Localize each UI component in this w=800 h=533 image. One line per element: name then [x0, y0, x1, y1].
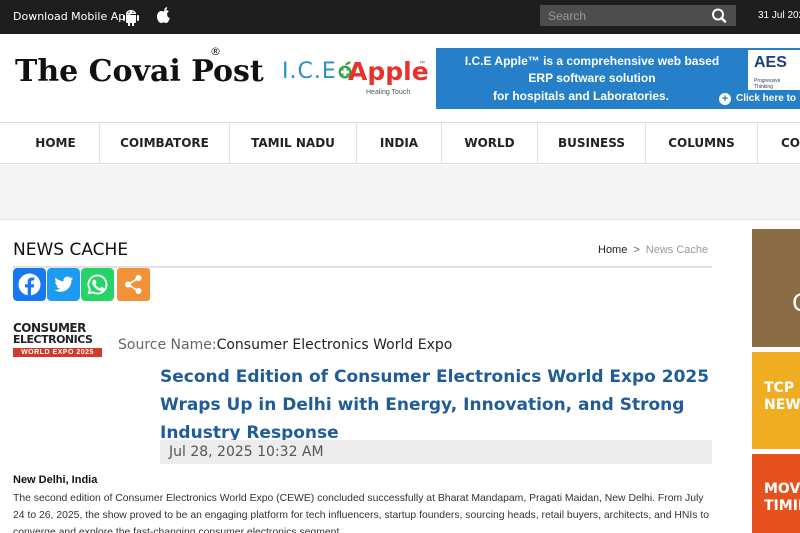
source-label: Source Name:	[118, 337, 217, 353]
source-logo-line-3: WORLD EXPO 2025	[13, 348, 102, 357]
published-date: Jul 28, 2025 10:32 AM	[160, 440, 712, 464]
nav-item-india[interactable]: INDIA	[357, 123, 442, 164]
breadcrumb-home[interactable]: Home	[598, 244, 627, 256]
ice-apple-logo[interactable]: I.C.E Apple ™ Healing Touch	[280, 55, 430, 103]
article-body: The second edition of Consumer Electroni…	[13, 493, 710, 533]
facebook-icon[interactable]	[13, 268, 46, 301]
breadcrumb-current: News Cache	[645, 244, 709, 256]
source-name: Source Name:Consumer Electronics World E…	[118, 337, 452, 353]
article-headline: Second Edition of Consumer Electronics W…	[160, 367, 710, 443]
sidebar-tile-1[interactable]: C	[752, 229, 800, 347]
nav-item-more[interactable]: CO	[758, 123, 800, 164]
sidebar-tile-2-line-1: TCP	[764, 380, 795, 396]
sidebar-tile-1-text: C	[792, 289, 800, 317]
banner-brand-sub: Progressive Thinking	[754, 78, 781, 90]
breadcrumb-separator: >	[633, 244, 640, 256]
nav-item-business[interactable]: BUSINESS	[538, 123, 646, 164]
ice-logo-text: I.C.E	[282, 59, 337, 84]
sidebar-tile-3-line-2: TIMIN	[764, 498, 800, 514]
main-nav: HOME COIMBATORE TAMIL NADU INDIA WORLD B…	[0, 122, 800, 164]
ad-placeholder	[0, 165, 800, 220]
registered-mark: ®	[210, 45, 221, 58]
search-input[interactable]	[540, 5, 703, 26]
source-logo: CONSUMER ELECTRONICS WORLD EXPO 2025	[13, 322, 105, 360]
sidebar-tile-2-line-2: NEWS	[764, 397, 800, 413]
breadcrumb: Home > News Cache	[598, 244, 708, 256]
download-app-label[interactable]: Download Mobile App	[13, 10, 132, 23]
ice-logo-tagline: Healing Touch	[366, 89, 411, 96]
apple-logo-text: Apple	[348, 57, 429, 86]
erp-ad-banner[interactable]: I.C.E Apple™ is a comprehensive web base…	[436, 48, 800, 109]
whatsapp-icon[interactable]	[81, 268, 114, 301]
source-logo-line-2: ELECTRONICS	[13, 333, 93, 346]
top-bar: Download Mobile App 31 Jul 2025	[0, 0, 800, 34]
android-icon[interactable]	[123, 8, 139, 26]
article-dateline: New Delhi, India	[13, 474, 98, 486]
site-logo[interactable]: The Covai Post	[15, 54, 264, 89]
banner-cta[interactable]: Click here to	[736, 93, 796, 104]
current-date: 31 Jul 2025	[758, 10, 800, 21]
nav-item-home[interactable]: HOME	[12, 123, 100, 164]
source-value: Consumer Electronics World Expo	[216, 337, 453, 353]
banner-line-3: for hospitals and Laboratories.	[492, 89, 670, 103]
plus-circle-icon: +	[719, 93, 731, 105]
nav-item-tamil-nadu[interactable]: TAMIL NADU	[230, 123, 357, 164]
section-title: NEWS CACHE	[13, 240, 129, 260]
banner-line-1: I.C.E Apple™ is a comprehensive web base…	[464, 54, 720, 68]
twitter-icon[interactable]	[47, 268, 80, 301]
search-button[interactable]	[703, 5, 736, 26]
sidebar-tile-movie-timings[interactable]: MOVI TIMIN	[752, 454, 800, 533]
banner-line-2: ERP software solution	[528, 71, 656, 85]
nav-item-coimbatore[interactable]: COIMBATORE	[100, 123, 230, 164]
nav-item-world[interactable]: WORLD	[442, 123, 538, 164]
trademark-mark: ™	[419, 61, 425, 67]
search-icon	[712, 8, 727, 23]
share-icon[interactable]	[117, 268, 150, 301]
apple-icon[interactable]	[155, 6, 173, 26]
nav-item-columns[interactable]: COLUMNS	[646, 123, 758, 164]
sidebar-tile-3-line-1: MOVI	[764, 481, 800, 497]
sidebar-tile-tcp-news[interactable]: TCP NEWS	[752, 352, 800, 449]
